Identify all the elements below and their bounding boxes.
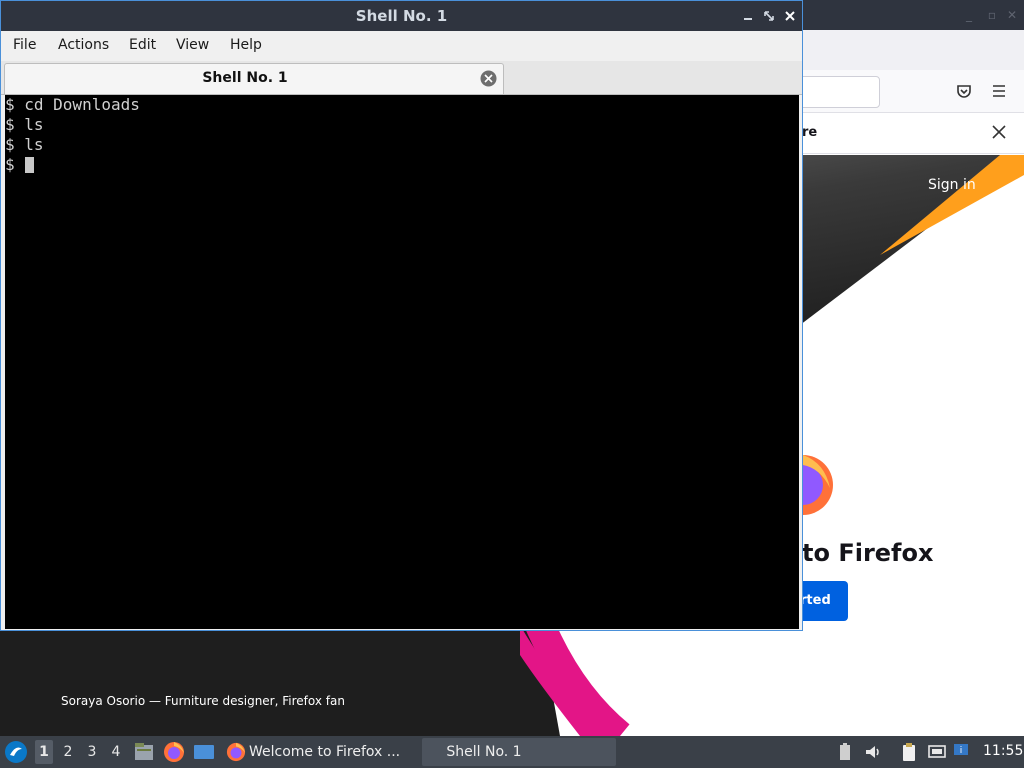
pocket-icon[interactable]	[955, 82, 973, 100]
network-icon[interactable]	[927, 742, 947, 762]
volume-icon[interactable]	[863, 742, 883, 762]
sign-in-link[interactable]: Sign in	[928, 177, 976, 193]
terminal-line: $ cd Downloads	[5, 95, 140, 114]
maximize-icon[interactable]: ▫	[985, 8, 999, 22]
task-shell[interactable]: Shell No. 1	[422, 738, 616, 766]
file-manager-icon[interactable]	[133, 741, 155, 763]
terminal-line: $ ls	[5, 115, 44, 134]
firefox-icon	[226, 742, 246, 762]
update-notifier-icon[interactable]: i	[953, 742, 973, 762]
tab-shell-1[interactable]: Shell No. 1	[4, 63, 504, 94]
hamburger-menu-icon[interactable]	[990, 82, 1008, 100]
window-title: Shell No. 1	[355, 7, 448, 25]
clipboard-icon[interactable]	[899, 742, 919, 762]
menu-bar: File Actions Edit View Help	[1, 31, 802, 61]
close-icon[interactable]	[783, 9, 797, 23]
minimize-icon[interactable]	[741, 9, 755, 23]
menu-actions[interactable]: Actions	[58, 37, 109, 53]
notification-bar: re	[780, 113, 1024, 154]
text-cursor	[25, 157, 34, 173]
task-firefox[interactable]: Welcome to Firefox ...	[222, 738, 408, 766]
workspace-3[interactable]: 3	[83, 744, 101, 760]
svg-text:i: i	[960, 746, 963, 756]
close-icon[interactable]: ✕	[1005, 8, 1019, 22]
firefox-icon[interactable]	[163, 741, 185, 763]
terminal-prompt: $	[5, 155, 25, 174]
terminal-output[interactable]: $ cd Downloads $ ls $ ls $	[5, 95, 799, 629]
terminal-line: $ ls	[5, 135, 44, 154]
battery-icon[interactable]	[835, 742, 855, 762]
clock: 11:55	[983, 743, 1024, 759]
workspace-1[interactable]: 1	[35, 740, 53, 764]
task-label: Welcome to Firefox ...	[249, 744, 401, 760]
close-icon[interactable]	[990, 123, 1008, 141]
menu-edit[interactable]: Edit	[129, 37, 156, 53]
terminal-window: Shell No. 1 File Actions Edit View Help …	[0, 0, 803, 631]
notification-text: re	[802, 125, 818, 140]
menu-file[interactable]: File	[13, 37, 36, 53]
taskbar: 1 2 3 4 Welcome to Firefox ... Shell No.…	[0, 736, 1024, 768]
tab-label: Shell No. 1	[202, 70, 288, 86]
welcome-heading: to Firefox	[802, 539, 934, 567]
menu-view[interactable]: View	[176, 37, 209, 53]
photo-caption: Soraya Osorio — Furniture designer, Fire…	[61, 694, 345, 708]
close-tab-icon[interactable]	[480, 70, 497, 87]
tab-bar: Shell No. 1	[1, 61, 802, 95]
terminal-titlebar[interactable]: Shell No. 1	[1, 1, 802, 31]
workspace-2[interactable]: 2	[59, 744, 77, 760]
workspace-4[interactable]: 4	[107, 744, 125, 760]
task-label: Shell No. 1	[446, 744, 522, 760]
lubuntu-start-icon[interactable]	[4, 740, 28, 764]
menu-help[interactable]: Help	[230, 37, 262, 53]
show-desktop-icon[interactable]	[193, 741, 215, 763]
minimize-icon[interactable]: _	[962, 8, 976, 22]
maximize-icon[interactable]	[762, 9, 776, 23]
